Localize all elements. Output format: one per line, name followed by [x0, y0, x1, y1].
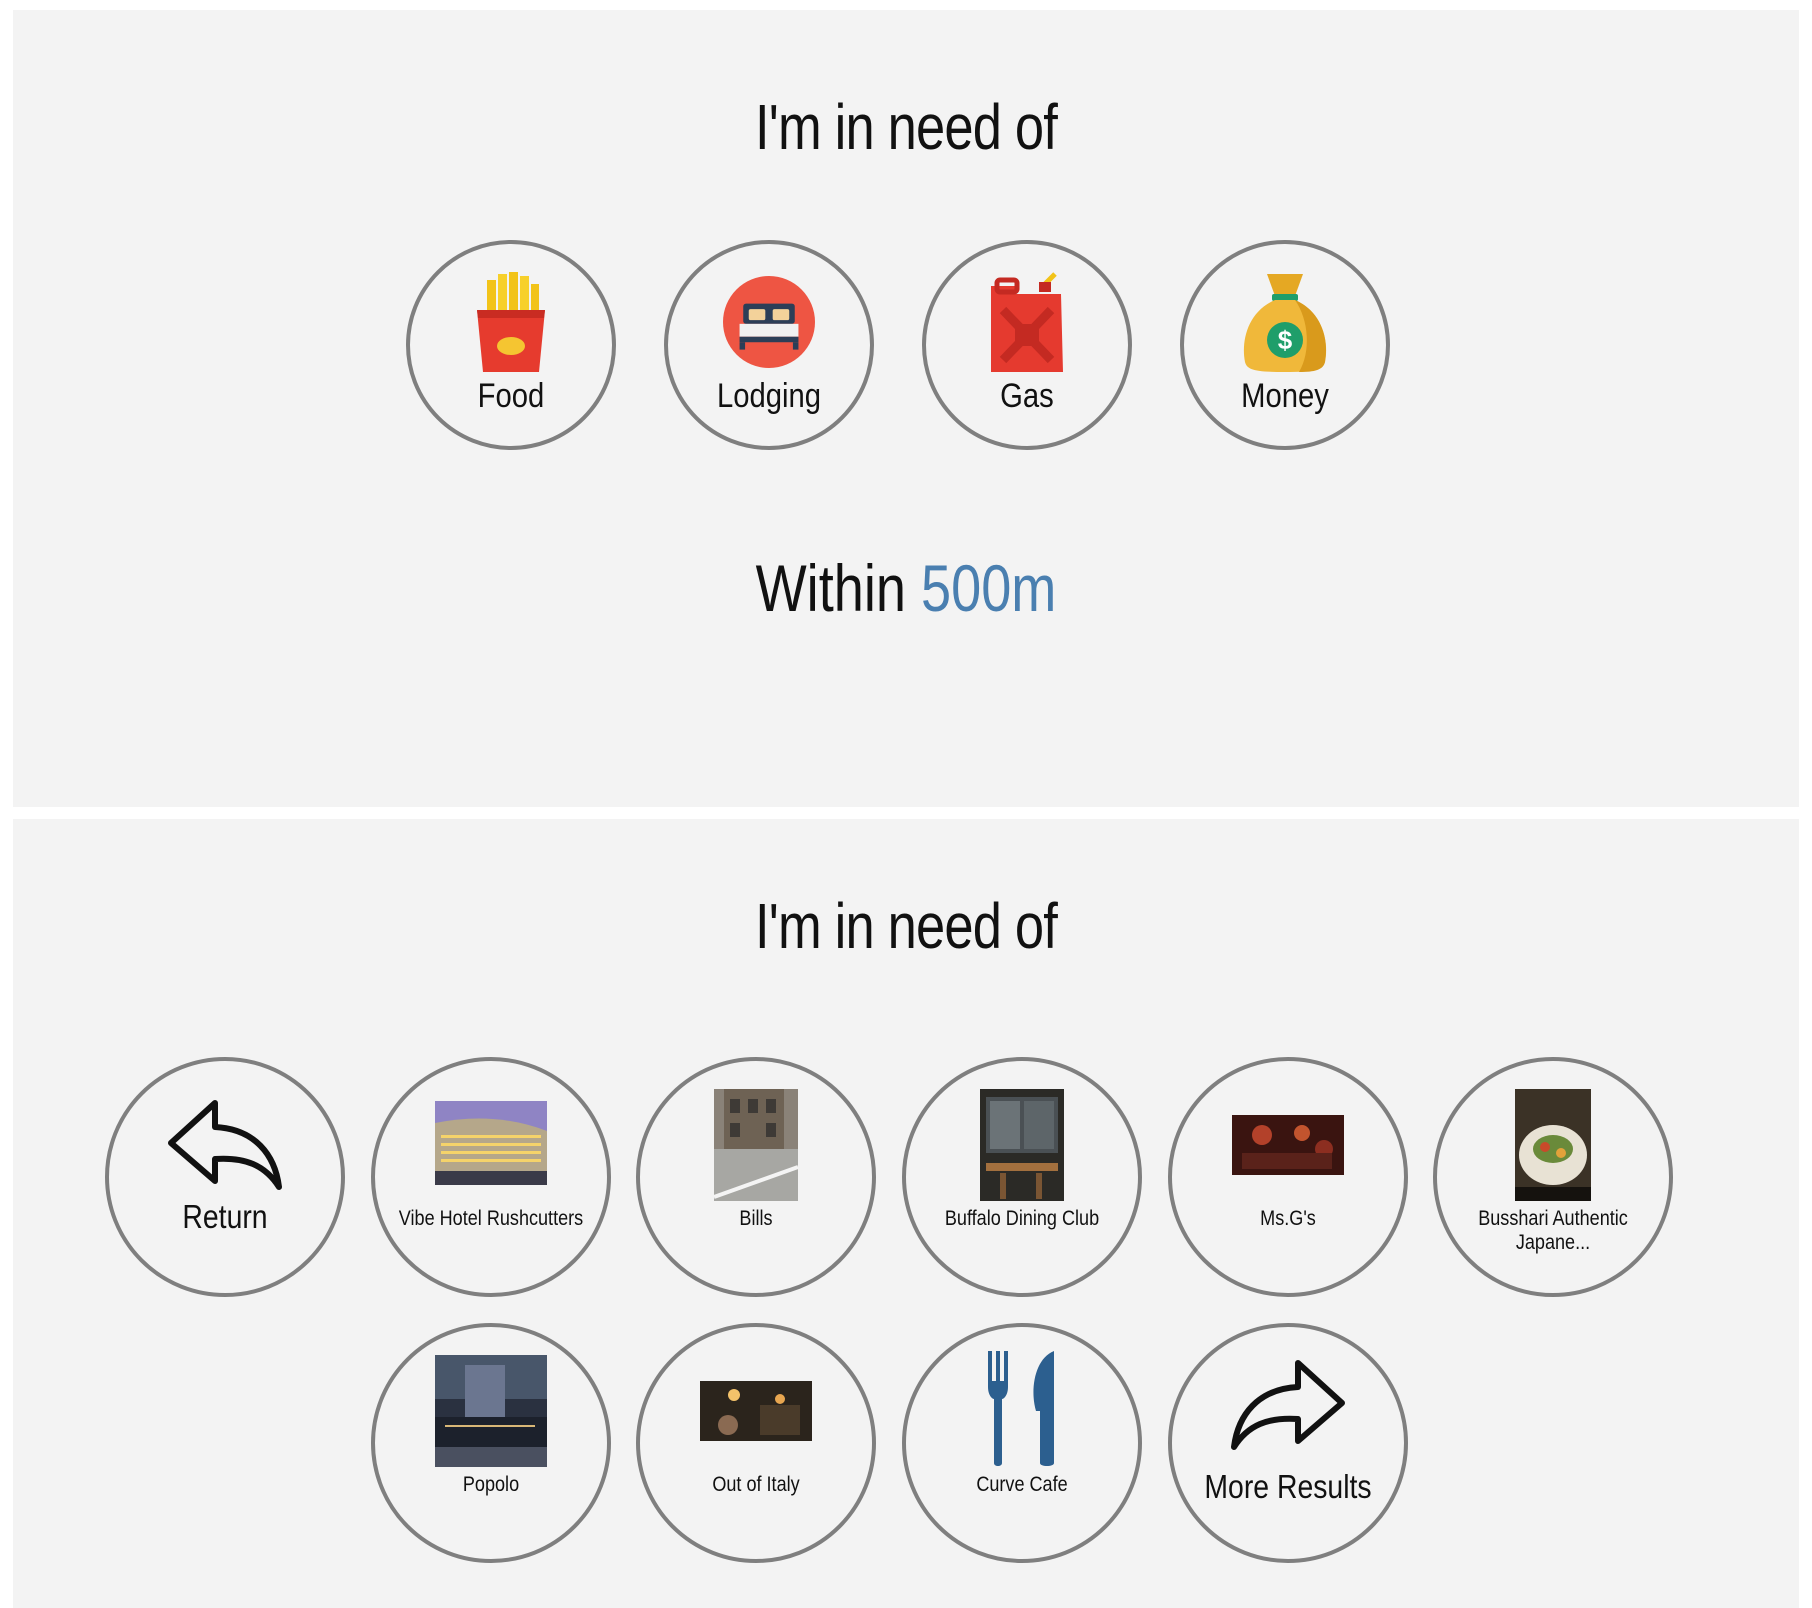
result-busshari[interactable]: Busshari Authentic Japane... — [1433, 1057, 1673, 1297]
place-name: Popolo — [462, 1473, 520, 1496]
svg-text:$: $ — [1278, 325, 1293, 355]
category-label: Food — [477, 377, 545, 415]
category-label: Gas — [1000, 377, 1054, 415]
category-lodging-button[interactable]: Lodging — [664, 240, 874, 450]
place-photo — [435, 1355, 547, 1467]
place-name: Bills — [739, 1207, 773, 1230]
category-label: Lodging — [716, 377, 822, 415]
place-photo — [1515, 1089, 1591, 1201]
place-name: Curve Cafe — [976, 1473, 1068, 1496]
place-photo — [435, 1101, 547, 1185]
place-name: Ms.G's — [1260, 1207, 1316, 1230]
result-out-of-italy[interactable]: Out of Italy — [636, 1323, 876, 1563]
results-panel: I'm in need of Return Vibe Hotel Rushcut… — [13, 819, 1799, 1608]
category-gas-button[interactable]: Gas — [922, 240, 1132, 450]
fork-knife-icon — [988, 1351, 1054, 1466]
result-curve-cafe[interactable]: Curve Cafe — [902, 1323, 1142, 1563]
bed-icon — [723, 276, 815, 368]
fries-icon — [477, 272, 545, 372]
money-bag-icon: $ — [1243, 274, 1327, 372]
result-ms-gs[interactable]: Ms.G's — [1168, 1057, 1408, 1297]
return-arrow-icon — [168, 1100, 282, 1190]
category-money-button[interactable]: $ Money — [1180, 240, 1390, 450]
page-title: I'm in need of — [755, 91, 1058, 163]
result-bills[interactable]: Bills — [636, 1057, 876, 1297]
result-popolo[interactable]: Popolo — [371, 1323, 611, 1563]
return-button[interactable]: Return — [105, 1057, 345, 1297]
more-results-label: More Results — [1204, 1468, 1372, 1505]
place-name: Out of Italy — [712, 1473, 800, 1496]
distance-value[interactable]: 500m — [921, 551, 1056, 625]
forward-arrow-icon — [1231, 1360, 1345, 1450]
page-title: I'm in need of — [755, 890, 1058, 962]
place-name: Busshari Authentic Japane... — [1478, 1207, 1628, 1254]
place-photo — [1232, 1115, 1344, 1175]
place-name: Buffalo Dining Club — [944, 1207, 1100, 1230]
return-label: Return — [182, 1198, 268, 1235]
result-vibe-hotel[interactable]: Vibe Hotel Rushcutters — [371, 1057, 611, 1297]
place-name: Vibe Hotel Rushcutters — [398, 1207, 584, 1230]
place-photo — [980, 1089, 1064, 1201]
place-photo — [714, 1089, 798, 1201]
result-buffalo-dining-club[interactable]: Buffalo Dining Club — [902, 1057, 1142, 1297]
category-selection-panel: I'm in need of Food Lodging Gas $ Money … — [13, 10, 1799, 807]
within-label: Within — [755, 551, 906, 625]
gas-can-icon — [991, 272, 1063, 372]
category-food-button[interactable]: Food — [406, 240, 616, 450]
distance-filter[interactable]: Within 500m — [174, 550, 1639, 626]
more-results-button[interactable]: More Results — [1168, 1323, 1408, 1563]
category-label: Money — [1241, 377, 1329, 415]
place-photo — [700, 1381, 812, 1441]
